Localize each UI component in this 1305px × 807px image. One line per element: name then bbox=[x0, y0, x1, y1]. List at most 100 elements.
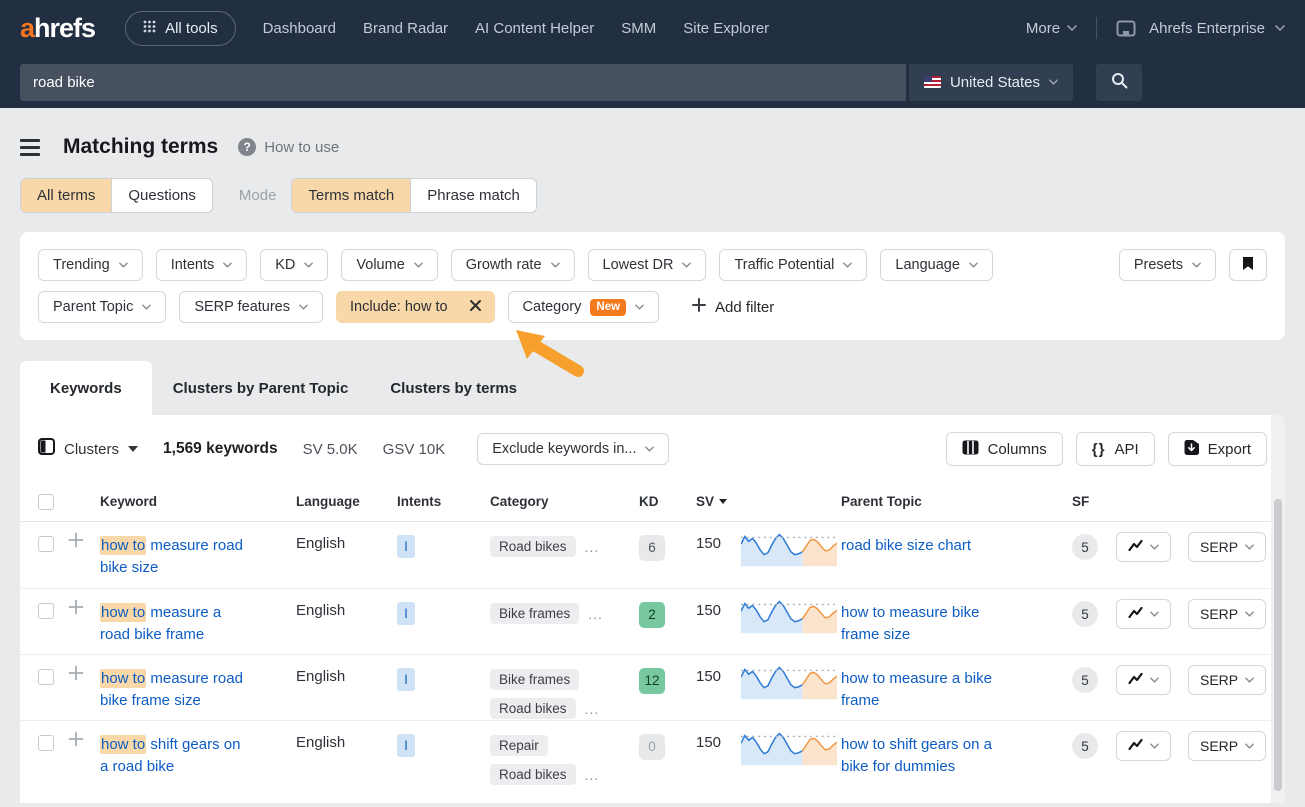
country-selector[interactable]: United States bbox=[909, 64, 1073, 101]
columns-icon bbox=[962, 440, 979, 459]
traffic-potential-filter-button[interactable]: Traffic Potential bbox=[719, 249, 867, 281]
category-cell: Bike framesRoad bikes... bbox=[490, 655, 639, 719]
add-filter-button[interactable]: Add filter bbox=[684, 298, 782, 316]
keyword-link[interactable]: how to measure a road bike frame bbox=[100, 602, 246, 646]
segment-terms-match[interactable]: Terms match bbox=[292, 179, 410, 212]
serp-features-filter-button[interactable]: SERP features bbox=[179, 291, 323, 323]
parent-topic-link[interactable]: how to measure a bike frame bbox=[841, 668, 1001, 712]
col-parent-topic[interactable]: Parent Topic bbox=[841, 494, 1072, 509]
intent-badge[interactable]: I bbox=[397, 535, 415, 558]
export-button[interactable]: Export bbox=[1168, 432, 1267, 466]
columns-button[interactable]: Columns bbox=[946, 432, 1063, 466]
select-all-checkbox[interactable] bbox=[38, 494, 54, 510]
scrollbar-track[interactable] bbox=[1271, 415, 1285, 803]
col-sv-sort[interactable]: SV bbox=[696, 494, 741, 509]
trend-chart-button[interactable] bbox=[1116, 665, 1171, 695]
serp-button[interactable]: SERP bbox=[1188, 731, 1266, 761]
parent-topic-link[interactable]: how to measure bike frame size bbox=[841, 602, 1001, 646]
col-kd[interactable]: KD bbox=[639, 494, 696, 509]
tab-clusters-by-terms[interactable]: Clusters by terms bbox=[369, 361, 538, 415]
remove-filter-button[interactable] bbox=[456, 291, 495, 323]
more-menu[interactable]: More bbox=[1026, 20, 1077, 37]
keyword-highlight: how to bbox=[100, 536, 146, 555]
clusters-dropdown[interactable]: Clusters bbox=[38, 438, 138, 460]
segment-questions[interactable]: Questions bbox=[111, 179, 212, 212]
search-input[interactable] bbox=[20, 64, 906, 101]
parent-topic-filter-button[interactable]: Parent Topic bbox=[38, 291, 166, 323]
exclude-keywords-dropdown[interactable]: Exclude keywords in... bbox=[477, 433, 669, 465]
parent-topic-link[interactable]: road bike size chart bbox=[841, 535, 971, 557]
chevron-down-icon bbox=[1150, 677, 1159, 683]
table-row: how to measure road bike frame size Engl… bbox=[20, 654, 1285, 720]
serp-button[interactable]: SERP bbox=[1188, 532, 1266, 562]
bookmark-button[interactable] bbox=[1229, 249, 1267, 281]
ahrefs-logo[interactable]: ahrefs bbox=[20, 15, 95, 42]
nav-item-ai-content-helper[interactable]: AI Content Helper bbox=[475, 20, 594, 37]
all-tools-button[interactable]: All tools bbox=[125, 11, 236, 46]
include-filter-chip[interactable]: Include: how to bbox=[336, 291, 495, 323]
col-keyword[interactable]: Keyword bbox=[100, 494, 296, 509]
category-tag: Road bikes bbox=[490, 536, 576, 557]
row-checkbox[interactable] bbox=[38, 735, 54, 751]
row-checkbox[interactable] bbox=[38, 603, 54, 619]
tab-keywords[interactable]: Keywords bbox=[20, 361, 152, 415]
row-checkbox[interactable] bbox=[38, 669, 54, 685]
scrollbar-thumb[interactable] bbox=[1274, 499, 1282, 791]
language-value: English bbox=[296, 655, 397, 685]
nav-item-site-explorer[interactable]: Site Explorer bbox=[683, 20, 769, 37]
how-to-use-link[interactable]: ? How to use bbox=[238, 138, 339, 156]
col-intents[interactable]: Intents bbox=[397, 494, 490, 509]
language-filter-button[interactable]: Language bbox=[880, 249, 993, 281]
category-cell: RepairRoad bikes... bbox=[490, 721, 639, 785]
keyword-link[interactable]: how to measure road bike frame size bbox=[100, 668, 246, 712]
category-filter-button[interactable]: Category New bbox=[508, 291, 660, 323]
more-categories[interactable]: ... bbox=[588, 606, 603, 622]
keyword-link[interactable]: how to shift gears on a road bike bbox=[100, 734, 246, 778]
volume-filter-button[interactable]: Volume bbox=[341, 249, 437, 281]
trend-chart-button[interactable] bbox=[1116, 532, 1171, 562]
more-categories[interactable]: ... bbox=[585, 767, 600, 783]
parent-topic-link[interactable]: how to shift gears on a bike for dummies bbox=[841, 734, 1001, 778]
serp-button[interactable]: SERP bbox=[1188, 599, 1266, 629]
col-sf[interactable]: SF bbox=[1072, 494, 1116, 509]
add-keyword-icon[interactable] bbox=[68, 668, 84, 685]
segment-phrase-match[interactable]: Phrase match bbox=[410, 179, 536, 212]
tab-clusters-by-parent-topic[interactable]: Clusters by Parent Topic bbox=[152, 361, 370, 415]
trend-chart-button[interactable] bbox=[1116, 599, 1171, 629]
serp-button[interactable]: SERP bbox=[1188, 665, 1266, 695]
nav-item-dashboard[interactable]: Dashboard bbox=[263, 20, 336, 37]
kd-filter-button[interactable]: KD bbox=[260, 249, 328, 281]
row-checkbox[interactable] bbox=[38, 536, 54, 552]
add-keyword-icon[interactable] bbox=[68, 602, 84, 619]
volume-trend-sparkline bbox=[741, 589, 841, 639]
trend-chart-button[interactable] bbox=[1116, 731, 1171, 761]
keyword-link[interactable]: how to measure road bike size bbox=[100, 535, 246, 579]
lowest-dr-filter-button[interactable]: Lowest DR bbox=[588, 249, 707, 281]
account-menu[interactable]: Ahrefs Enterprise bbox=[1149, 20, 1285, 37]
kd-badge: 6 bbox=[639, 535, 665, 561]
more-categories[interactable]: ... bbox=[585, 701, 600, 717]
segment-all-terms[interactable]: All terms bbox=[21, 179, 111, 212]
sv-stat: SV 5.0K bbox=[303, 441, 358, 458]
presets-filter-button[interactable]: Presets bbox=[1119, 249, 1216, 281]
chevron-down-icon bbox=[1150, 611, 1159, 617]
nav-item-brand-radar[interactable]: Brand Radar bbox=[363, 20, 448, 37]
nav-item-smm[interactable]: SMM bbox=[621, 20, 656, 37]
growth-rate-filter-button[interactable]: Growth rate bbox=[451, 249, 575, 281]
col-category[interactable]: Category bbox=[490, 494, 639, 509]
col-language[interactable]: Language bbox=[296, 494, 397, 509]
intent-badge[interactable]: I bbox=[397, 602, 415, 625]
add-keyword-icon[interactable] bbox=[68, 535, 84, 552]
serp-features-count: 5 bbox=[1072, 601, 1098, 627]
search-button[interactable] bbox=[1096, 64, 1142, 101]
more-categories[interactable]: ... bbox=[585, 539, 600, 555]
trending-filter-button[interactable]: Trending bbox=[38, 249, 143, 281]
api-button[interactable]: {} API bbox=[1076, 432, 1155, 466]
intents-filter-button[interactable]: Intents bbox=[156, 249, 248, 281]
keywords-count: 1,569 keywords bbox=[163, 440, 278, 458]
intent-badge[interactable]: I bbox=[397, 668, 415, 691]
braces-icon: {} bbox=[1092, 441, 1106, 458]
intent-badge[interactable]: I bbox=[397, 734, 415, 757]
menu-icon[interactable] bbox=[20, 139, 40, 156]
add-keyword-icon[interactable] bbox=[68, 734, 84, 751]
